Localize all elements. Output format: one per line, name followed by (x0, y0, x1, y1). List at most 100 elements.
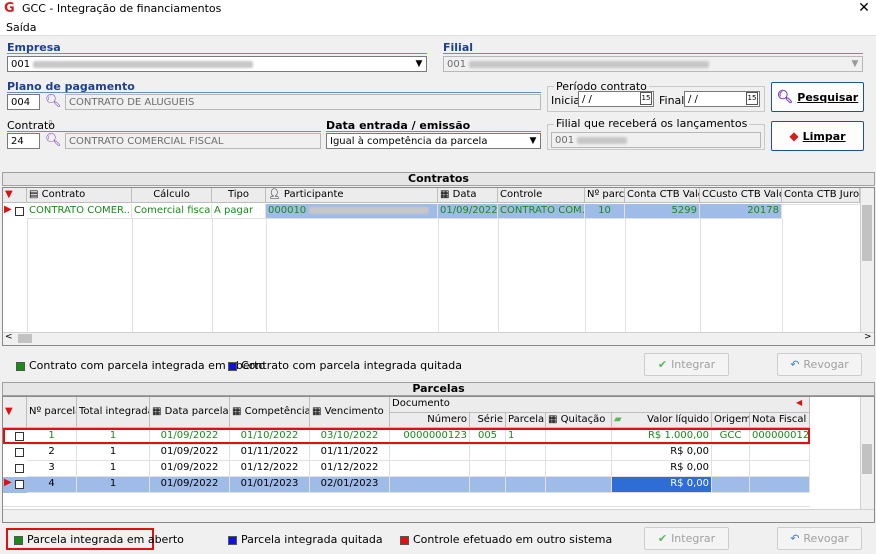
col-competencia[interactable]: ▦ Competência (230, 397, 310, 428)
cell-tipo: A pagar (212, 204, 266, 219)
collapse-icon[interactable]: ◀ (796, 398, 802, 407)
legend-item: Contrato com parcela integrada quitada (228, 359, 462, 372)
chevron-down-icon[interactable]: ▼ (412, 57, 426, 71)
parcelas-header: Parcelas (2, 382, 875, 396)
col-documento-group: Documento (390, 397, 810, 413)
col-nota[interactable]: Nota Fiscal (750, 413, 810, 428)
horizontal-scrollbar[interactable] (3, 332, 874, 345)
cell-v: 01/12/2022 (310, 461, 390, 477)
calendar-icon[interactable]: 15 (640, 92, 652, 105)
col-nparc[interactable]: Nº parc (585, 188, 625, 203)
col-total[interactable]: Total integradas (77, 397, 150, 428)
col-data-parcela[interactable]: ▦ Data parcela (150, 397, 230, 428)
row-checkbox[interactable] (15, 464, 24, 473)
cell-d: 01/09/2022 (150, 477, 230, 493)
search-icon[interactable]: 🔍︎ (45, 133, 62, 149)
col-parcela[interactable]: Parcela (506, 413, 546, 428)
col-line (498, 219, 499, 332)
cell-c: 01/12/2022 (230, 461, 310, 477)
cell-v: 02/01/2023 (310, 477, 390, 493)
legend-item: Parcela integrada em aberto (14, 533, 184, 546)
cell-parc (506, 445, 546, 461)
col-controle[interactable]: Controle (498, 188, 585, 203)
cell-valor: R$ 0,00 (612, 445, 712, 461)
revogar-button[interactable]: ↶ Revogar (777, 353, 862, 376)
integrar-button[interactable]: ✔ Integrar (644, 353, 729, 376)
final-label: Final (659, 94, 685, 107)
col-tipo[interactable]: Tipo (212, 188, 266, 203)
chevron-down-icon[interactable]: ▼ (526, 134, 540, 148)
col-vencimento[interactable]: ▦ Vencimento (310, 397, 390, 428)
col-line (700, 219, 701, 332)
contrato-code-input[interactable]: 24 (7, 133, 40, 149)
col-numero[interactable]: Número (390, 413, 470, 428)
col-origem[interactable]: Origem (712, 413, 750, 428)
col-data[interactable]: ▦ Data (438, 188, 498, 203)
cell-n: 2 (27, 445, 77, 461)
data-entrada-select[interactable]: Igual à competência da parcela (326, 133, 541, 149)
cell-d: 01/09/2022 (150, 445, 230, 461)
cell-t: 1 (77, 477, 150, 493)
plano-underline (7, 92, 541, 93)
cell-origem (712, 461, 750, 477)
cell-n: 4 (27, 477, 77, 493)
check-icon: ✔ (657, 532, 668, 545)
cell-data: 01/09/2022 (438, 204, 498, 219)
pesquisar-button[interactable]: 🔍︎ Pesquisar (771, 82, 864, 112)
cell-origem (712, 477, 750, 493)
menu-saida[interactable]: Saída (6, 21, 37, 34)
row-checkbox[interactable] (15, 448, 24, 457)
cell-nota (750, 445, 810, 461)
cell-q (546, 461, 612, 477)
blue-swatch (228, 535, 237, 545)
row-pointer-icon: ▶ (4, 477, 12, 488)
empresa-select[interactable]: 001 (7, 56, 427, 72)
integrar-button[interactable]: ✔ Integrar (644, 527, 729, 550)
search-icon: 🔍︎ (776, 89, 794, 105)
col-ccusto[interactable]: CCusto CTB Valor (700, 188, 782, 203)
scroll-thumb[interactable] (862, 205, 872, 261)
cell-t: 1 (77, 461, 150, 477)
search-icon[interactable]: 🔍︎ (45, 94, 62, 110)
data-entrada-underline (326, 131, 541, 132)
row-checkbox[interactable] (15, 207, 24, 216)
col-nparcela[interactable]: Nº parcela (27, 397, 77, 428)
limpar-button[interactable]: ◆ Limpar (771, 121, 864, 151)
chevron-right-icon[interactable]: > (864, 332, 872, 342)
cell-num (390, 461, 470, 477)
col-line (266, 219, 267, 332)
col-quitacao[interactable]: ▦ Quitação (546, 413, 612, 428)
legend-item: Controle efetuado em outro sistema (400, 533, 612, 546)
col-participante[interactable]: 👤︎ Participante (266, 188, 438, 203)
col-line (585, 219, 586, 332)
revogar-button[interactable]: ↶ Revogar (777, 527, 862, 550)
calendar-icon[interactable]: 15 (746, 92, 758, 105)
chevron-left-icon[interactable]: < (5, 332, 13, 342)
empresa-underline (7, 53, 427, 54)
chevron-down-icon[interactable]: ▼ (848, 57, 862, 71)
sort-icon: ⇩ (47, 119, 54, 128)
plano-code-input[interactable]: 004 (7, 94, 40, 110)
col-calculo[interactable]: Cálculo (132, 188, 212, 203)
row-indicator-header: ▼ (3, 188, 27, 203)
row-checkbox[interactable] (15, 480, 24, 489)
col-serie[interactable]: Série (470, 413, 506, 428)
col-valor[interactable]: ▰ Valor líquido (612, 413, 712, 428)
cell-conta: 5299 (625, 204, 700, 219)
cell-origem (712, 445, 750, 461)
col-conta-juros[interactable]: Conta CTB Juros ( (782, 188, 860, 203)
col-contrato[interactable]: ▤ Contrato (27, 188, 132, 203)
horizontal-scrollbar[interactable] (3, 509, 874, 522)
cell-serie (470, 477, 506, 493)
scroll-thumb[interactable] (18, 334, 32, 343)
col-line (27, 219, 28, 332)
green-swatch (14, 535, 23, 545)
blue-swatch (228, 361, 237, 371)
scroll-thumb[interactable] (862, 444, 872, 474)
eraser-icon: ◆ (789, 129, 799, 143)
close-icon[interactable]: ✕ (856, 0, 872, 16)
filial-select[interactable]: 001 (443, 56, 863, 72)
col-conta-ctb[interactable]: Conta CTB Valor (625, 188, 700, 203)
window-title: GCC - Integração de financiamentos (22, 2, 222, 15)
undo-icon: ↶ (790, 358, 800, 371)
